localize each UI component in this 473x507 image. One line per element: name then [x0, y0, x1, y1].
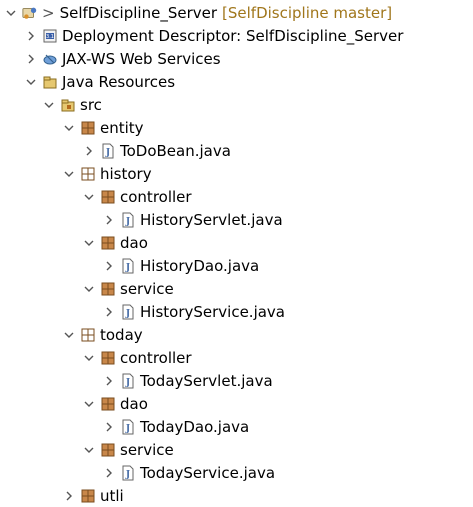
- chevron-down-icon[interactable]: [82, 443, 96, 457]
- tree-item-package-history-service[interactable]: service: [82, 277, 174, 300]
- chevron-down-icon[interactable]: [82, 190, 96, 204]
- tree-item-file-todobean[interactable]: J ToDoBean.java: [82, 139, 231, 162]
- tree-item-file-todaydao[interactable]: J TodayDao.java: [102, 415, 249, 438]
- chevron-down-icon[interactable]: [24, 75, 38, 89]
- package-name: today: [100, 325, 143, 344]
- package-icon: [80, 166, 96, 182]
- package-name: entity: [100, 118, 144, 137]
- tree-item-package-today-dao[interactable]: dao: [82, 392, 148, 415]
- tree-item-src[interactable]: src: [42, 93, 102, 116]
- chevron-right-icon[interactable]: [102, 374, 116, 388]
- tree-item-deployment-descriptor[interactable]: 3.1 Deployment Descriptor: SelfDisciplin…: [24, 24, 403, 47]
- project-name: SelfDiscipline_Server: [59, 3, 218, 22]
- chevron-right-icon[interactable]: [82, 144, 96, 158]
- chevron-right-icon[interactable]: [102, 466, 116, 480]
- package-name: service: [120, 279, 174, 298]
- java-resources-icon: [42, 74, 58, 90]
- svg-text:3.1: 3.1: [46, 34, 54, 40]
- chevron-right-icon[interactable]: [102, 420, 116, 434]
- chevron-right-icon[interactable]: [62, 489, 76, 503]
- jaxws-label: JAX-WS Web Services: [62, 49, 221, 68]
- java-resources-label: Java Resources: [62, 72, 176, 91]
- project-icon: [22, 5, 38, 21]
- tree-item-file-historyservlet[interactable]: J HistoryServlet.java: [102, 208, 283, 231]
- source-folder-icon: [60, 97, 76, 113]
- tree-item-package-today-service[interactable]: service: [82, 438, 174, 461]
- chevron-down-icon[interactable]: [82, 397, 96, 411]
- java-file-icon: J: [120, 419, 136, 435]
- chevron-down-icon[interactable]: [62, 121, 76, 135]
- svg-text:J: J: [105, 148, 110, 158]
- chevron-down-icon[interactable]: [82, 236, 96, 250]
- chevron-down-icon[interactable]: [62, 167, 76, 181]
- java-file-icon: J: [120, 304, 136, 320]
- package-icon: [80, 488, 96, 504]
- chevron-down-icon[interactable]: [62, 328, 76, 342]
- deployment-descriptor-icon: 3.1: [42, 28, 58, 44]
- tree-item-project[interactable]: > SelfDiscipline_Server [SelfDiscipline …: [4, 1, 392, 24]
- git-branch-decoration: [SelfDiscipline master]: [222, 3, 393, 22]
- chevron-right-icon[interactable]: [102, 305, 116, 319]
- tree-item-package-history-dao[interactable]: dao: [82, 231, 148, 254]
- file-name: TodayService.java: [140, 463, 276, 482]
- tree-item-package-today[interactable]: today: [62, 323, 143, 346]
- chevron-down-icon[interactable]: [82, 351, 96, 365]
- java-file-icon: J: [120, 373, 136, 389]
- chevron-right-icon[interactable]: [102, 259, 116, 273]
- svg-text:J: J: [125, 263, 130, 273]
- package-icon: [100, 235, 116, 251]
- file-name: HistoryDao.java: [140, 256, 260, 275]
- package-icon: [100, 281, 116, 297]
- web-services-icon: [42, 51, 58, 67]
- java-file-icon: J: [120, 465, 136, 481]
- svg-text:J: J: [125, 217, 130, 227]
- src-label: src: [80, 95, 102, 114]
- chevron-right-icon[interactable]: [24, 52, 38, 66]
- package-icon: [80, 120, 96, 136]
- tree-item-package-entity[interactable]: entity: [62, 116, 144, 139]
- package-icon: [100, 396, 116, 412]
- chevron-down-icon[interactable]: [4, 6, 18, 20]
- file-name: HistoryService.java: [140, 302, 285, 321]
- file-name: HistoryServlet.java: [140, 210, 283, 229]
- git-dirty-indicator: >: [42, 3, 55, 22]
- package-name: dao: [120, 394, 148, 413]
- svg-text:J: J: [125, 470, 130, 480]
- package-name: history: [100, 164, 152, 183]
- tree-item-package-history-controller[interactable]: controller: [82, 185, 192, 208]
- tree-item-file-todayservlet[interactable]: J TodayServlet.java: [102, 369, 273, 392]
- chevron-down-icon[interactable]: [42, 98, 56, 112]
- java-file-icon: J: [120, 212, 136, 228]
- package-icon: [100, 189, 116, 205]
- java-file-icon: J: [100, 143, 116, 159]
- package-name: controller: [120, 348, 192, 367]
- svg-text:J: J: [125, 309, 130, 319]
- package-icon: [80, 327, 96, 343]
- package-name: controller: [120, 187, 192, 206]
- tree-item-file-historyservice[interactable]: J HistoryService.java: [102, 300, 285, 323]
- tree-item-java-resources[interactable]: Java Resources: [24, 70, 175, 93]
- deployment-descriptor-label: Deployment Descriptor: SelfDiscipline_Se…: [62, 26, 404, 45]
- java-file-icon: J: [120, 258, 136, 274]
- tree-item-package-today-controller[interactable]: controller: [82, 346, 192, 369]
- chevron-right-icon[interactable]: [102, 213, 116, 227]
- package-name: utli: [100, 486, 124, 505]
- package-name: dao: [120, 233, 148, 252]
- chevron-down-icon[interactable]: [82, 282, 96, 296]
- tree-item-jaxws[interactable]: JAX-WS Web Services: [24, 47, 221, 70]
- package-name: service: [120, 440, 174, 459]
- chevron-right-icon[interactable]: [24, 29, 38, 43]
- package-icon: [100, 350, 116, 366]
- svg-text:J: J: [125, 378, 130, 388]
- file-name: ToDoBean.java: [120, 141, 231, 160]
- file-name: TodayDao.java: [140, 417, 250, 436]
- svg-text:J: J: [125, 424, 130, 434]
- package-icon: [100, 442, 116, 458]
- file-name: TodayServlet.java: [140, 371, 273, 390]
- project-explorer-tree: > SelfDiscipline_Server [SelfDiscipline …: [0, 0, 473, 505]
- tree-item-package-history[interactable]: history: [62, 162, 152, 185]
- tree-item-file-todayservice[interactable]: J TodayService.java: [102, 461, 275, 484]
- tree-item-package-utli[interactable]: utli: [62, 484, 124, 507]
- tree-item-file-historydao[interactable]: J HistoryDao.java: [102, 254, 259, 277]
